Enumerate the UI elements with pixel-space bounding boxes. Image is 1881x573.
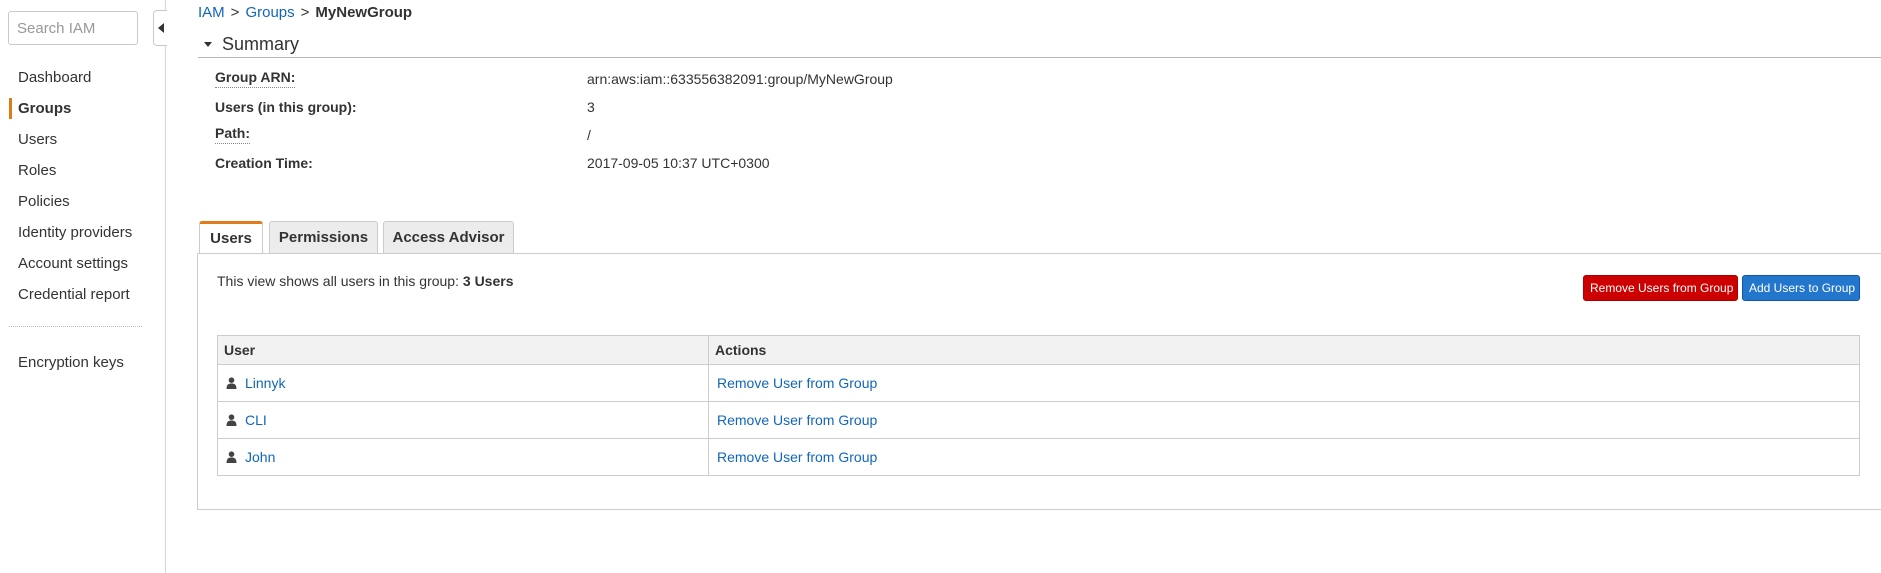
action-cell: Remove User from Group (708, 364, 1860, 402)
sidebar-item-policies[interactable]: Policies (0, 186, 165, 217)
summary-key: Creation Time: (215, 155, 313, 171)
sidebar-item-dashboard[interactable]: Dashboard (0, 62, 165, 93)
sidebar-collapse-button[interactable] (153, 10, 167, 46)
user-icon (226, 377, 237, 389)
summary-key: Group ARN: (215, 68, 296, 88)
table-row: John Remove User from Group (217, 438, 1860, 476)
users-tab-panel: This view shows all users in this group:… (197, 253, 1881, 510)
breadcrumb-link-iam[interactable]: IAM (198, 4, 225, 21)
breadcrumb-current: MyNewGroup (315, 4, 413, 21)
tab-users[interactable]: Users (199, 221, 263, 255)
user-cell: CLI (217, 401, 709, 439)
sidebar-item-identity-providers[interactable]: Identity providers (0, 217, 165, 248)
summary-key: Users (in this group): (215, 99, 357, 115)
sidebar: Dashboard Groups Users Roles Policies Id… (0, 0, 166, 573)
sidebar-item-credential-report[interactable]: Credential report (0, 279, 165, 310)
sidebar-item-account-settings[interactable]: Account settings (0, 248, 165, 279)
user-icon (226, 414, 237, 426)
tab-access-advisor[interactable]: Access Advisor (383, 221, 514, 254)
user-cell: Linnyk (217, 364, 709, 402)
sidebar-item-roles[interactable]: Roles (0, 155, 165, 186)
sidebar-divider (9, 326, 142, 327)
column-header-actions: Actions (708, 335, 1860, 365)
summary-section-header[interactable]: Summary (198, 32, 1881, 58)
table-row: Linnyk Remove User from Group (217, 364, 1860, 402)
summary-value: 2017-09-05 10:37 UTC+0300 (587, 155, 770, 171)
user-icon (226, 451, 237, 463)
sidebar-nav-bottom: Encryption keys (0, 347, 165, 378)
users-panel-intro: This view shows all users in this group:… (217, 273, 513, 289)
summary-value: / (587, 127, 591, 143)
user-cell: John (217, 438, 709, 476)
remove-user-link[interactable]: Remove User from Group (717, 412, 877, 428)
remove-users-from-group-button[interactable]: Remove Users from Group (1583, 275, 1738, 301)
summary-value: arn:aws:iam::633556382091:group/MyNewGro… (587, 71, 893, 87)
caret-down-icon[interactable] (204, 42, 212, 47)
action-cell: Remove User from Group (708, 438, 1860, 476)
summary-title: Summary (222, 34, 300, 54)
breadcrumb-separator: > (230, 4, 240, 21)
user-link[interactable]: John (245, 449, 275, 465)
breadcrumb: IAM > Groups > MyNewGroup (198, 3, 412, 23)
caret-left-icon (158, 23, 164, 33)
remove-user-link[interactable]: Remove User from Group (717, 375, 877, 391)
sidebar-nav: Dashboard Groups Users Roles Policies Id… (0, 62, 165, 310)
sidebar-item-groups[interactable]: Groups (0, 93, 165, 124)
search-input[interactable] (8, 11, 138, 45)
add-users-to-group-button[interactable]: Add Users to Group (1742, 275, 1860, 301)
breadcrumb-separator: > (300, 4, 310, 21)
table-header-row: User Actions (217, 335, 1860, 365)
table-row: CLI Remove User from Group (217, 401, 1860, 439)
summary-key: Path: (215, 124, 250, 144)
remove-user-link[interactable]: Remove User from Group (717, 449, 877, 465)
breadcrumb-link-groups[interactable]: Groups (245, 4, 294, 21)
user-link[interactable]: CLI (245, 412, 267, 428)
users-intro-text: This view shows all users in this group: (217, 273, 459, 289)
users-intro-count: 3 Users (462, 273, 514, 289)
tab-permissions[interactable]: Permissions (269, 221, 378, 254)
action-cell: Remove User from Group (708, 401, 1860, 439)
column-header-user[interactable]: User (217, 335, 709, 365)
user-link[interactable]: Linnyk (245, 375, 285, 391)
users-table: User Actions Linnyk Remove User from Gro… (217, 335, 1860, 476)
sidebar-item-users[interactable]: Users (0, 124, 165, 155)
summary-value: 3 (587, 99, 595, 115)
sidebar-item-encryption-keys[interactable]: Encryption keys (0, 347, 165, 378)
